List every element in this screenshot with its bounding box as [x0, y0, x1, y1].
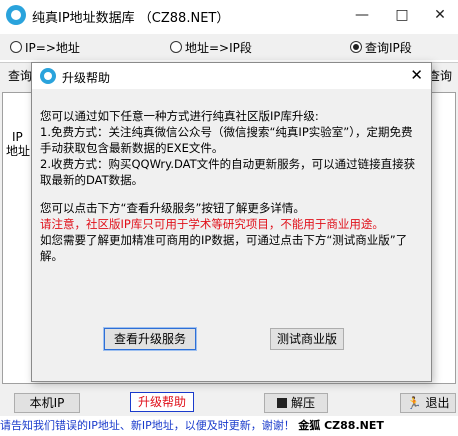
status-brand: 金狐 CZ88.NET: [298, 419, 384, 432]
save-disk-icon: [276, 398, 287, 408]
dialog-title-bar: 升级帮助 ✕: [32, 63, 431, 89]
dialog-body: 您可以通过如下任意一种方式进行纯真社区版IP库升级: 1.免费方式：关注纯真微信…: [40, 108, 422, 264]
local-ip-button[interactable]: 本机IP: [14, 393, 80, 413]
dialog-close-button[interactable]: ✕: [410, 66, 423, 84]
view-upgrade-service-button[interactable]: 查看升级服务: [103, 327, 197, 351]
dialog-title: 升级帮助: [62, 71, 111, 85]
dialog-usage-warning: 请注意，社区版IP库只可用于学术等研究项目，不能用于商业用途。: [40, 217, 384, 231]
app-logo-icon: [6, 5, 26, 25]
radio-dot-icon: [170, 41, 182, 53]
radio-dot-icon: [10, 41, 22, 53]
status-bar: 请告知我们错误的IP地址、新IP地址，以便及时更新，谢谢！ 金狐 CZ88.NE…: [0, 416, 458, 436]
radio-address-to-ip-range[interactable]: 地址=>IP段: [170, 39, 252, 56]
dialog-commercial-hint: 如您需要了解更加精准可商用的IP数据，可通过点击下方“测试商业版”了解。: [40, 233, 408, 263]
radio-dot-selected-icon: [350, 41, 362, 53]
query-label-left: 查询: [8, 69, 33, 83]
upgrade-help-button[interactable]: 升级帮助: [130, 392, 194, 412]
bottom-toolbar: 本机IP 升级帮助 解压 🏃 退出: [0, 388, 458, 416]
decompress-button[interactable]: 解压: [264, 393, 328, 413]
status-message: 请告知我们错误的IP地址、新IP地址，以便及时更新，谢谢！: [0, 419, 295, 432]
dialog-intro: 您可以通过如下任意一种方式进行纯真社区版IP库升级:: [40, 109, 319, 123]
dialog-details-hint: 您可以点击下方“查看升级服务”按钮了解更多详情。: [40, 201, 305, 215]
ip-label: IP: [12, 130, 23, 144]
address-label: 地址: [6, 144, 31, 158]
minimize-button[interactable]: —: [350, 4, 374, 26]
radio-query-ip-range[interactable]: 查询IP段: [350, 39, 412, 56]
mode-radio-group: IP=>地址 地址=>IP段 查询IP段: [0, 34, 458, 60]
exit-button[interactable]: 🏃 退出: [400, 393, 456, 413]
close-button[interactable]: ✕: [428, 4, 452, 26]
test-commercial-button[interactable]: 测试商业版: [270, 328, 344, 350]
dialog-logo-icon: [40, 68, 56, 84]
left-column-labels: IP 地址: [6, 130, 30, 158]
title-bar: 纯真IP地址数据库 （CZ88.NET） — □ ✕: [0, 0, 458, 32]
exit-runner-icon: 🏃: [406, 396, 422, 410]
window-title: 纯真IP地址数据库 （CZ88.NET）: [32, 11, 230, 26]
upgrade-help-dialog: 升级帮助 ✕ 您可以通过如下任意一种方式进行纯真社区版IP库升级: 1.免费方式…: [31, 62, 432, 382]
radio-ip-to-address[interactable]: IP=>地址: [10, 39, 80, 56]
dialog-free-option: 1.免费方式：关注纯真微信公众号（微信搜索“纯真IP实验室”），定期免费手动获取…: [40, 125, 413, 155]
maximize-button[interactable]: □: [390, 4, 414, 26]
dialog-paid-option: 2.收费方式：购买QQWry.DAT文件的自动更新服务，可以通过链接直接获取最新…: [40, 157, 416, 187]
